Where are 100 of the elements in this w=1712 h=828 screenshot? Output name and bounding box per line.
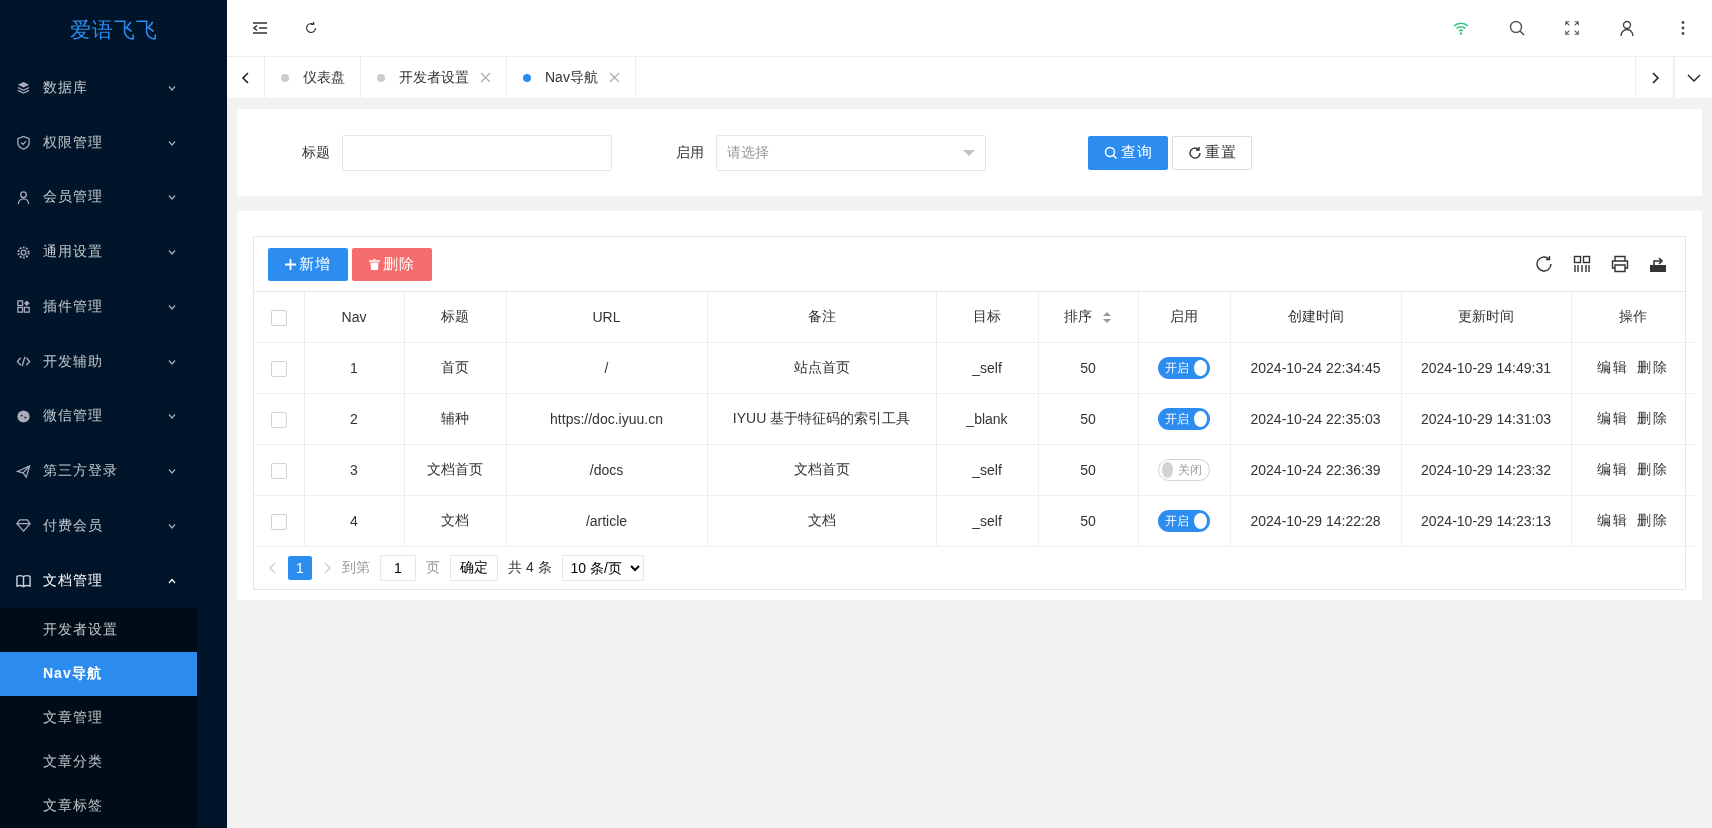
fullscreen-icon[interactable] [1564,20,1580,36]
dropdown-arrow-icon [963,148,975,157]
field-label: 启用 [675,143,704,162]
submenu-item[interactable]: 文章管理 [0,695,197,740]
table-cell: 3 [350,462,358,478]
table-cell: 2024-10-29 14:31:03 [1421,411,1551,427]
table-cell: 站点首页 [793,359,850,375]
delete-link[interactable]: 删除 [1637,410,1670,426]
table-cell: IYUU 基于特征码的索引工具 [732,410,911,426]
edit-link[interactable]: 编辑 [1597,461,1630,477]
search-icon [1103,145,1118,160]
trash-icon [369,258,380,270]
diamond-icon [16,518,31,534]
table-cell: /article [585,513,628,529]
table-cell: 2024-10-24 22:34:45 [1250,360,1381,376]
app-logo: 爱语飞飞 [69,17,158,44]
plus-icon [285,258,296,270]
checkbox[interactable] [270,411,287,428]
table-cell: 文档 [807,512,836,528]
column-header[interactable]: 创建时间 [1287,308,1344,324]
table-cell: _self [972,513,1002,529]
chat-icon [16,408,31,424]
table-cell: 50 [1080,411,1096,427]
gear-icon [16,244,31,260]
confirm-button[interactable]: 确定 [450,555,498,581]
collapse-menu-icon[interactable] [251,19,269,37]
field-label: 标题 [301,143,330,162]
edit-link[interactable]: 编辑 [1597,512,1630,528]
delete-link[interactable]: 删除 [1637,461,1670,477]
book-icon [16,573,31,589]
table-cell: _self [972,462,1002,478]
table-cell: 2024-10-29 14:22:28 [1250,513,1381,529]
submenu-item[interactable]: 文章分类 [0,739,197,784]
column-header[interactable]: 标题 [441,308,469,324]
grid-icon [16,299,31,315]
chevron-down-icon[interactable] [1686,72,1701,83]
sidebar-item[interactable]: 插件管理 [0,279,197,335]
reset-button[interactable]: 重置 [1172,135,1252,170]
delete-link[interactable]: 删除 [1637,512,1670,528]
sidebar-item[interactable]: 权限管理 [0,115,197,171]
table-cell: 2 [350,411,358,427]
table-cell: 首页 [441,359,469,375]
checkbox[interactable] [270,360,287,377]
table-cell: 50 [1080,360,1096,376]
table-cell: 2024-10-29 14:23:13 [1421,513,1551,529]
column-header[interactable]: URL [592,309,621,325]
export-icon[interactable] [1649,255,1667,273]
sidebar-item[interactable]: 第三方登录 [0,443,197,499]
total-count: 共 4 条 [508,559,552,577]
checkbox[interactable] [270,462,287,479]
sidebar-item[interactable]: 微信管理 [0,389,197,444]
submenu-item[interactable]: 开发者设置 [0,607,197,652]
checkbox[interactable] [270,309,287,326]
sidebar-item[interactable]: 付费会员 [0,498,197,554]
search-icon[interactable] [1508,19,1526,37]
print-icon[interactable] [1611,255,1629,273]
submenu-item[interactable]: 文章标签 [0,783,197,828]
page-size-select[interactable]: 10 条/页 [561,555,644,581]
delete-link[interactable]: 删除 [1637,359,1670,375]
chevron-left-icon[interactable] [239,70,252,85]
table-cell: 文档首页 [427,461,483,477]
sidebar-item[interactable]: 文档管理 [0,553,197,608]
column-header[interactable]: 排序 [1064,308,1112,324]
refresh-icon [1187,145,1202,160]
refresh-icon[interactable] [1535,255,1553,273]
checkbox[interactable] [270,513,287,530]
page-tab[interactable]: Nav导航 [507,57,636,98]
sidebar-item[interactable]: 会员管理 [0,170,197,225]
shield-icon [16,135,31,151]
table-cell: / [604,360,609,376]
edit-link[interactable]: 编辑 [1597,359,1630,375]
sidebar-item[interactable]: 数据库 [0,60,197,116]
page-tab[interactable]: 开发者设置 [361,57,507,98]
table-cell: 文档首页 [793,461,850,477]
column-header[interactable]: 目标 [973,308,1001,324]
column-header[interactable]: 操作 [1619,308,1648,324]
table-cell: 50 [1080,462,1096,478]
table-cell: 辅种 [441,410,469,426]
table-cell: 1 [350,360,358,376]
sidebar-item[interactable]: 开发辅助 [0,334,197,389]
page-input[interactable]: 1 [380,555,416,581]
table-cell: 4 [350,513,358,529]
user-icon[interactable] [1618,19,1636,37]
table-cell: 2024-10-24 22:35:03 [1250,411,1381,427]
column-header[interactable]: 备注 [807,308,836,324]
columns-icon[interactable] [1573,255,1591,273]
sort-icon[interactable] [1102,310,1112,324]
title-field[interactable] [342,134,612,171]
page-unit-label: 页 [426,559,440,577]
table-cell: 文档 [441,512,469,528]
layers-icon [16,80,31,96]
sidebar-item[interactable]: 通用设置 [0,224,197,280]
edit-link[interactable]: 编辑 [1597,410,1630,426]
table-cell: 50 [1080,513,1096,529]
user-icon [16,189,31,205]
refresh-icon[interactable] [303,20,319,36]
column-header[interactable]: 启用 [1170,308,1198,324]
column-header[interactable]: Nav [341,309,367,325]
column-header[interactable]: 更新时间 [1458,308,1514,324]
page-tab[interactable]: 仪表盘 [265,57,361,98]
